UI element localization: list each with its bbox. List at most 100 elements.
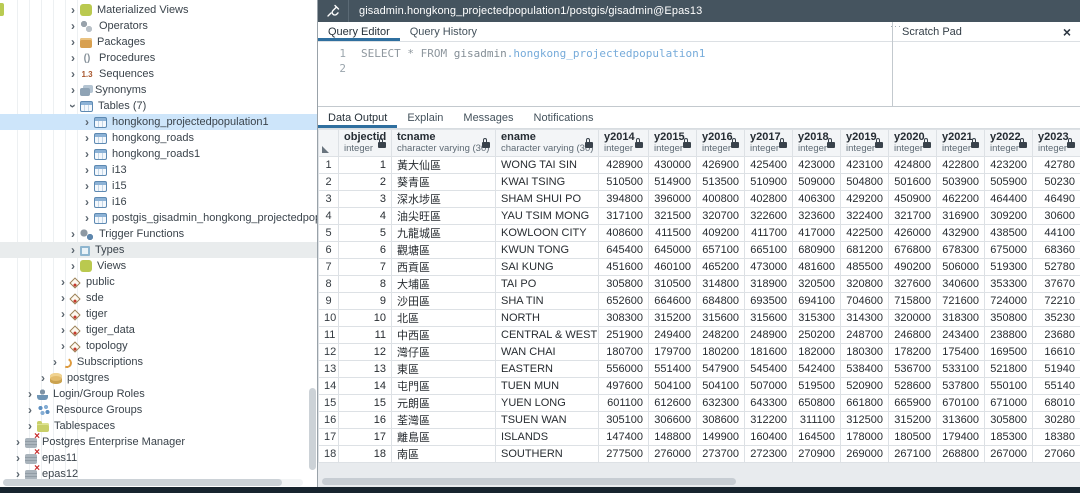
cell-y2016[interactable]: 180200 [697,344,745,361]
cell-y2016[interactable]: 308600 [697,412,745,429]
cell-y2020[interactable]: 528600 [889,378,937,395]
cell-y2021[interactable]: 268800 [937,446,985,463]
cell-objectid[interactable]: 14 [339,378,392,395]
cell-y2015[interactable]: 504100 [649,378,697,395]
cell-y2018[interactable]: 250200 [793,327,841,344]
cell-y2022[interactable]: 238800 [985,327,1033,344]
cell-y2015[interactable]: 396000 [649,191,697,208]
cell-y2018[interactable]: 650800 [793,395,841,412]
chevron-right-icon[interactable]: › [67,36,79,48]
cell-y2021[interactable]: 422800 [937,157,985,174]
cell-y2023[interactable]: 30280 [1033,412,1080,429]
chevron-right-icon[interactable]: › [67,260,79,272]
cell-objectid[interactable]: 4 [339,208,392,225]
cell-y2021[interactable]: 316900 [937,208,985,225]
cell-tcname[interactable]: 東區 [392,361,496,378]
cell-y2023[interactable]: 27060 [1033,446,1080,463]
tree-item-synonyms[interactable]: ›Synonyms [0,82,317,98]
cell-objectid[interactable]: 7 [339,259,392,276]
cell-y2014[interactable]: 317100 [599,208,649,225]
cell-y2018[interactable]: 519500 [793,378,841,395]
tab-data-output[interactable]: Data Output [318,107,397,128]
cell-y2015[interactable]: 306600 [649,412,697,429]
cell-ename[interactable]: TUEN MUN [496,378,599,395]
tab-query-editor[interactable]: Query Editor [318,22,400,41]
cell-y2022[interactable]: 309200 [985,208,1033,225]
cell-y2014[interactable]: 305800 [599,276,649,293]
row-number[interactable]: 17 [319,429,339,446]
cell-tcname[interactable]: 離島區 [392,429,496,446]
cell-y2019[interactable]: 180300 [841,344,889,361]
cell-y2015[interactable]: 411500 [649,225,697,242]
cell-y2018[interactable]: 320500 [793,276,841,293]
cell-y2016[interactable]: 465200 [697,259,745,276]
cell-y2020[interactable]: 320000 [889,310,937,327]
chevron-down-icon[interactable]: › [67,100,79,112]
cell-y2017[interactable]: 402800 [745,191,793,208]
cell-tcname[interactable]: 屯門區 [392,378,496,395]
chevron-right-icon[interactable]: › [67,244,79,256]
cell-y2019[interactable]: 704600 [841,293,889,310]
cell-y2022[interactable]: 675000 [985,242,1033,259]
cell-y2016[interactable]: 426900 [697,157,745,174]
cell-y2014[interactable]: 428900 [599,157,649,174]
tree-item-sde[interactable]: ›sde [0,290,317,306]
column-header-objectid[interactable]: objectidinteger [339,130,392,157]
row-number[interactable]: 14 [319,378,339,395]
cell-tcname[interactable]: 九龍城區 [392,225,496,242]
cell-tcname[interactable]: 灣仔區 [392,344,496,361]
chevron-right-icon[interactable]: › [67,68,79,80]
column-header-tcname[interactable]: tcnamecharacter varying (30) [392,130,496,157]
tree-item-i16[interactable]: ›i16 [0,194,317,210]
chevron-right-icon[interactable]: › [67,4,79,16]
chevron-right-icon[interactable]: › [12,436,24,448]
cell-y2023[interactable]: 37670 [1033,276,1080,293]
cell-ename[interactable]: WONG TAI SIN [496,157,599,174]
tree-item-tables-7[interactable]: ›Tables (7) [0,98,317,114]
cell-y2014[interactable]: 451600 [599,259,649,276]
cell-ename[interactable]: KWAI TSING [496,174,599,191]
cell-y2021[interactable]: 318300 [937,310,985,327]
cell-y2014[interactable]: 147400 [599,429,649,446]
cell-y2022[interactable]: 305800 [985,412,1033,429]
row-number[interactable]: 12 [319,344,339,361]
cell-y2019[interactable]: 504800 [841,174,889,191]
cell-y2018[interactable]: 311100 [793,412,841,429]
cell-ename[interactable]: TAI PO [496,276,599,293]
cell-y2023[interactable]: 35230 [1033,310,1080,327]
row-number[interactable]: 6 [319,242,339,259]
row-number[interactable]: 10 [319,310,339,327]
cell-y2020[interactable]: 450900 [889,191,937,208]
cell-y2019[interactable]: 322400 [841,208,889,225]
cell-y2014[interactable]: 308300 [599,310,649,327]
tree-vertical-scrollbar[interactable] [309,0,316,476]
cell-y2023[interactable]: 23680 [1033,327,1080,344]
cell-y2019[interactable]: 423100 [841,157,889,174]
cell-y2019[interactable]: 314300 [841,310,889,327]
chevron-right-icon[interactable]: › [81,116,93,128]
cell-y2020[interactable]: 501600 [889,174,937,191]
cell-y2014[interactable]: 510500 [599,174,649,191]
cell-y2014[interactable]: 601100 [599,395,649,412]
cell-y2018[interactable]: 270900 [793,446,841,463]
cell-y2022[interactable]: 353300 [985,276,1033,293]
cell-y2022[interactable]: 350800 [985,310,1033,327]
chevron-right-icon[interactable]: › [81,180,93,192]
row-number[interactable]: 16 [319,412,339,429]
cell-y2015[interactable]: 612600 [649,395,697,412]
cell-y2018[interactable]: 694100 [793,293,841,310]
chevron-right-icon[interactable]: › [67,84,79,96]
cell-y2014[interactable]: 277500 [599,446,649,463]
cell-y2016[interactable]: 504100 [697,378,745,395]
cell-objectid[interactable]: 3 [339,191,392,208]
grid-horizontal-scrollbar-thumb[interactable] [322,478,736,485]
cell-objectid[interactable]: 5 [339,225,392,242]
cell-y2018[interactable]: 323600 [793,208,841,225]
cell-y2020[interactable]: 676800 [889,242,937,259]
cell-ename[interactable]: SOUTHERN [496,446,599,463]
cell-ename[interactable]: KWUN TONG [496,242,599,259]
cell-y2014[interactable]: 497600 [599,378,649,395]
cell-objectid[interactable]: 16 [339,412,392,429]
cell-ename[interactable]: ISLANDS [496,429,599,446]
tree-item-hongkong-roads[interactable]: ›hongkong_roads [0,130,317,146]
